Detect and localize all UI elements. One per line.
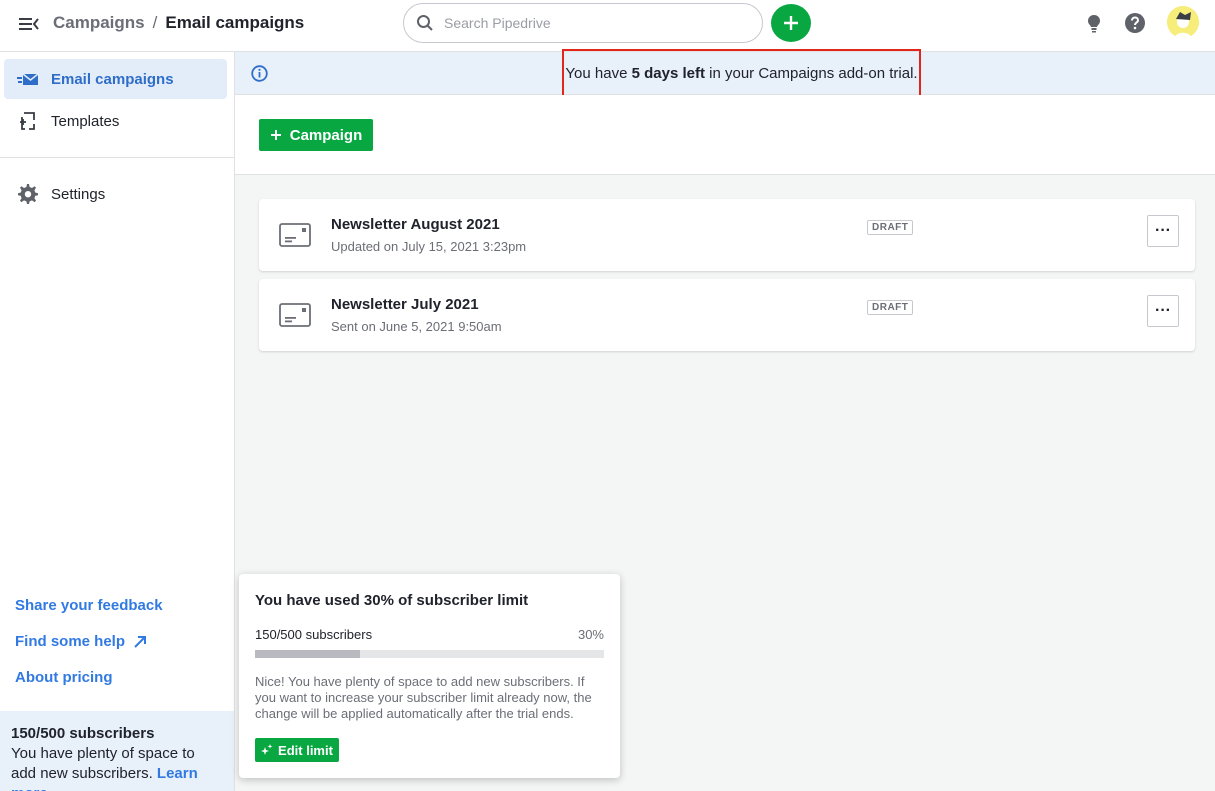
share-feedback-link[interactable]: Share your feedback — [15, 597, 163, 614]
breadcrumb: Campaigns / Email campaigns — [53, 13, 304, 33]
edit-limit-label: Edit limit — [278, 742, 333, 758]
usage-percent: 30% — [577, 627, 604, 642]
sidebar-divider — [0, 157, 234, 158]
sidebar-item-label: Settings — [51, 185, 106, 203]
add-campaign-label: Campaign — [289, 126, 363, 144]
help-icon[interactable] — [1124, 12, 1146, 34]
campaign-sent-date: Sent on June 5, 2021 9:50am — [331, 319, 502, 334]
subscriber-count: 150/500 subscribers — [11, 725, 155, 742]
breadcrumb-separator: / — [152, 13, 158, 32]
find-help-link[interactable]: Find some help — [15, 633, 147, 650]
quick-add-button[interactable] — [771, 4, 811, 42]
sidebar-item-email-campaigns[interactable]: Email campaigns — [4, 59, 227, 99]
popover-title: You have used 30% of subscriber limit — [255, 592, 529, 609]
search-icon — [417, 15, 433, 31]
campaign-title[interactable]: Newsletter July 2021 — [331, 296, 479, 313]
trial-message: You have 5 days left in your Campaigns a… — [562, 49, 921, 97]
subscriber-summary: 150/500 subscribers You have plenty of s… — [0, 711, 234, 791]
trial-banner: You have 5 days left in your Campaigns a… — [235, 49, 1215, 97]
subscriber-description: You have plenty of space to add new subs… — [11, 744, 223, 791]
email-campaigns-icon — [17, 73, 39, 85]
more-actions-button[interactable]: ··· — [1147, 215, 1179, 247]
external-link-icon — [134, 635, 147, 648]
trial-prefix: You have — [565, 64, 628, 82]
avatar[interactable] — [1167, 6, 1199, 38]
campaign-updated-date: Updated on July 15, 2021 3:23pm — [331, 239, 527, 254]
about-pricing-link[interactable]: About pricing — [15, 669, 113, 686]
more-actions-button[interactable]: ··· — [1147, 295, 1179, 327]
more-icon: ··· — [1155, 222, 1171, 239]
lightbulb-icon[interactable] — [1083, 12, 1105, 34]
status-badge: DRAFT — [867, 300, 914, 315]
sidebar-item-label: Templates — [51, 112, 120, 130]
campaign-title[interactable]: Newsletter August 2021 — [331, 216, 500, 233]
collapse-menu-icon[interactable] — [18, 14, 40, 34]
search-input[interactable] — [444, 15, 744, 31]
campaign-card[interactable]: Newsletter August 2021 Updated on July 1… — [259, 199, 1195, 271]
envelope-icon — [279, 223, 311, 247]
page-title: Email campaigns — [165, 13, 305, 32]
info-icon — [251, 65, 268, 82]
search-box[interactable] — [403, 3, 763, 43]
usage-progress-bar — [255, 650, 604, 658]
top-header: Campaigns / Email campaigns — [0, 0, 1215, 52]
sidebar-item-settings[interactable]: Settings — [4, 174, 227, 214]
breadcrumb-parent[interactable]: Campaigns — [53, 13, 145, 33]
popover-message: Nice! You have plenty of space to add ne… — [255, 674, 592, 721]
usage-progress-fill — [255, 650, 360, 658]
find-help-label: Find some help — [15, 633, 126, 650]
toolbar: Campaign — [235, 95, 1215, 175]
user-avatar-icon — [1167, 6, 1199, 38]
plus-icon — [784, 16, 798, 30]
more-icon: ··· — [1155, 302, 1171, 319]
sidebar-item-templates[interactable]: Templates — [4, 101, 227, 141]
subscriber-limit-popover: You have used 30% of subscriber limit 15… — [239, 574, 620, 778]
trial-suffix: in your Campaigns add-on trial. — [709, 64, 918, 82]
trial-days-left: 5 days left — [631, 64, 705, 82]
envelope-icon — [279, 303, 311, 327]
add-campaign-button[interactable]: Campaign — [259, 119, 373, 151]
sidebar: Email campaigns Templates Settings Share… — [0, 52, 235, 791]
edit-limit-button[interactable]: Edit limit — [255, 738, 339, 762]
status-badge: DRAFT — [867, 220, 914, 235]
gear-icon — [18, 184, 38, 204]
campaign-card[interactable]: Newsletter July 2021 Sent on June 5, 202… — [259, 279, 1195, 351]
plus-icon — [270, 130, 281, 140]
subscriber-count: 150/500 subscribers — [255, 627, 373, 642]
templates-icon — [20, 112, 35, 130]
sidebar-item-label: Email campaigns — [51, 70, 174, 88]
sparkle-icon — [261, 744, 273, 755]
